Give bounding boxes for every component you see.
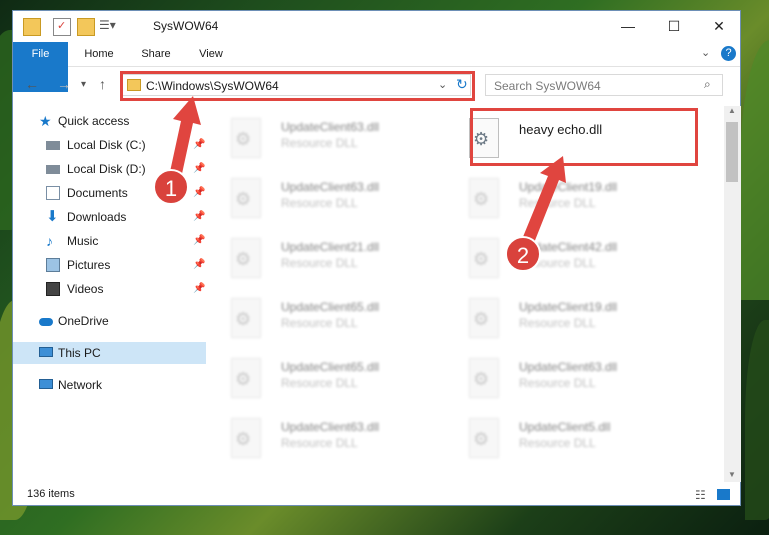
background-leaf xyxy=(740,40,769,300)
explorer-window: ✓ ☰▾ SysWOW64 — ☐ ✕ File Home Share View… xyxy=(12,10,741,506)
step-badge-1: 1 xyxy=(153,169,189,205)
step-badge-2: 2 xyxy=(505,236,541,272)
annotation-arrows xyxy=(168,96,566,253)
background-leaf xyxy=(745,320,769,520)
